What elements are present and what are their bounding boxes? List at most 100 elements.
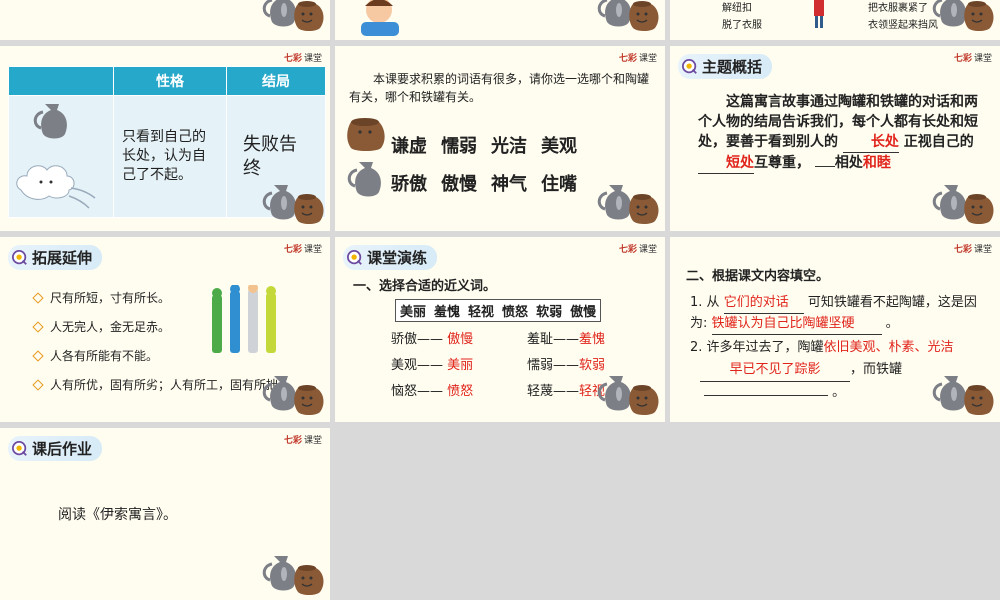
word-item[interactable]: 美观: [541, 132, 577, 158]
word-bank-item: 软弱: [536, 305, 563, 320]
magnifier-icon: [682, 58, 698, 74]
section-tag-label: 主题概括: [702, 58, 763, 76]
word-item[interactable]: 住嘴: [541, 170, 577, 196]
theme-blank-2: 短处: [698, 153, 754, 174]
synonym-pair: 骄傲—— 傲慢: [391, 332, 474, 347]
slide-top-right[interactable]: 解纽扣 脱了衣服 把衣服裹紧了 衣领竖起来挡风: [670, 0, 1000, 40]
synonym-pair: 轻蔑——轻视: [527, 384, 606, 399]
word-bank-item: 羞愧: [434, 305, 461, 320]
brand-logo: 七彩 课堂: [283, 436, 322, 446]
section-tag-label: 课后作业: [32, 440, 93, 458]
wind-left-line-1: 解纽扣: [722, 3, 752, 14]
section-tag-label: 拓展延伸: [32, 249, 93, 267]
person-illustration-icon: [814, 0, 824, 28]
word-bank: 美丽 羞愧 轻视 愤怒 软弱 傲慢: [395, 299, 602, 322]
table-header-ending: 结局: [226, 66, 326, 96]
word-bank-item: 傲慢: [570, 305, 597, 320]
theme-text-4: 相处: [834, 155, 863, 171]
word-item[interactable]: 傲慢: [441, 170, 477, 196]
jars-icon: [932, 183, 995, 226]
word-item[interactable]: 神气: [491, 170, 527, 196]
boy-illustration-icon: [361, 0, 399, 36]
word-item[interactable]: 懦弱: [441, 132, 477, 158]
slide-top-left[interactable]: [0, 0, 330, 40]
brand-logo: 七彩 课堂: [618, 245, 657, 255]
brand-logo: 七彩 课堂: [953, 245, 992, 255]
section-tag: 主题概括: [678, 54, 773, 79]
jars-icon: [262, 183, 325, 226]
slide-homework[interactable]: 七彩 课堂 课后作业 阅读《伊索寓言》。: [0, 428, 330, 600]
slide-theme-summary[interactable]: 七彩 课堂 主题概括 这篇寓言故事通过陶罐和铁罐的对话和两个人物的结局告诉我们，每…: [670, 46, 1000, 231]
table-image-cell: [8, 95, 114, 218]
jars-icon: [262, 374, 325, 417]
slide-extension[interactable]: 七彩 课堂 拓展延伸 尺有所短，寸有所长。 人无完人，金无足赤。 人各有所能有不能…: [0, 237, 330, 422]
fill-blank[interactable]: 铁罐认为自己比陶罐坚硬: [711, 314, 882, 335]
table-trait-cell: 只看到自己的长处，认为自己了不起。: [113, 95, 227, 218]
slide-vocabulary[interactable]: 七彩 课堂 本课要求积累的词语有很多，请你选一选哪个和陶罐有关，哪个和铁罐有关。 …: [335, 46, 665, 231]
jars-icon: [262, 0, 325, 33]
wind-right-line-1: 把衣服裹紧了: [868, 3, 928, 14]
homework-text: 阅读《伊索寓言》。: [58, 507, 177, 523]
word-item[interactable]: 骄傲: [391, 170, 427, 196]
diamond-bullet-icon: [32, 320, 44, 333]
practice-question: 一、选择合适的近义词。: [353, 279, 497, 294]
slide-top-middle[interactable]: [335, 0, 665, 40]
brand-logo: 七彩 课堂: [618, 54, 657, 64]
table-header-personality: 性格: [113, 66, 227, 96]
pottery-jar-icon: [347, 118, 385, 151]
theme-text-3: 互尊重，: [754, 155, 810, 171]
wind-left-line-2: 脱了衣服: [722, 20, 762, 31]
section-tag: 拓展延伸: [8, 245, 103, 270]
jars-icon: [932, 0, 995, 33]
magnifier-icon: [12, 440, 28, 456]
diamond-bullet-icon: [32, 291, 44, 304]
diamond-bullet-icon: [32, 378, 44, 391]
theme-blank-1: 长处: [842, 132, 899, 153]
word-item[interactable]: 光洁: [491, 132, 527, 158]
fill-blank[interactable]: 依旧美观、朴素、光洁: [824, 340, 954, 355]
iron-jar-icon: [33, 104, 67, 139]
iron-words-row: 骄傲 傲慢 神气 住嘴: [391, 170, 577, 196]
fill-blank[interactable]: 它们的对话: [723, 293, 804, 314]
slide-character-table[interactable]: 七彩 课堂 性格 结局 只看到自己的长处，认为自己了不起。 失败告终: [0, 46, 330, 231]
word-bank-item: 轻视: [468, 305, 495, 320]
table-corner-cell: [8, 66, 114, 96]
pottery-words-row: 谦虚 懦弱 光洁 美观: [391, 132, 577, 158]
synonym-pair: 恼怒—— 愤怒: [391, 384, 474, 399]
jars-icon: [262, 554, 325, 597]
synonym-pair: 美观—— 美丽: [391, 358, 474, 373]
section-tag: 课堂演练: [343, 245, 438, 270]
jars-icon: [597, 374, 660, 417]
jars-icon: [597, 0, 660, 33]
theme-blank-3: 和睦: [862, 155, 891, 171]
theme-paragraph: 这篇寓言故事通过陶罐和铁罐的对话和两个人物的结局告诉我们，每个人都有长处和短处，…: [698, 92, 982, 174]
magnifier-icon: [347, 249, 363, 265]
fill-item-1: 1. 从 它们的对话 可知铁罐看不起陶罐，这是因为: 铁罐认为自己比陶罐坚硬 。: [690, 293, 980, 335]
synonym-pairs-right: 羞耻——羞愧 懦弱——软弱 轻蔑——轻视: [527, 327, 605, 405]
fill-blank[interactable]: 早已不见了踪影: [700, 359, 850, 382]
fill-question: 二、根据课文内容填空。: [686, 269, 830, 284]
word-bank-item: 愤怒: [502, 305, 529, 320]
iron-jar-icon: [347, 162, 381, 197]
brand-logo: 七彩 课堂: [283, 245, 322, 255]
rulers-illustration-icon: [212, 285, 276, 353]
wind-cloud-icon: [16, 165, 96, 209]
diamond-bullet-icon: [32, 349, 44, 362]
section-tag-label: 课堂演练: [367, 249, 428, 267]
slide-practice[interactable]: 七彩 课堂 课堂演练 一、选择合适的近义词。 美丽 羞愧 轻视 愤怒 软弱 傲慢 …: [335, 237, 665, 422]
word-bank-item: 美丽: [400, 305, 427, 320]
synonym-pairs-left: 骄傲—— 傲慢 美观—— 美丽 恼怒—— 愤怒: [391, 327, 473, 405]
jars-icon: [597, 183, 660, 226]
brand-logo: 七彩 课堂: [953, 54, 992, 64]
theme-blank-3-line: [814, 166, 835, 167]
synonym-pair: 羞耻——羞愧: [527, 332, 606, 347]
fill-blank-empty[interactable]: [704, 395, 828, 396]
vocabulary-instruction: 本课要求积累的词语有很多，请你选一选哪个和陶罐有关，哪个和铁罐有关。: [349, 72, 650, 104]
jars-icon: [932, 374, 995, 417]
brand-logo: 七彩 课堂: [283, 54, 322, 64]
word-item[interactable]: 谦虚: [391, 132, 427, 158]
theme-text-2: 正视自己的: [903, 134, 974, 150]
slide-fill-blanks[interactable]: 七彩 课堂 二、根据课文内容填空。 1. 从 它们的对话 可知铁罐看不起陶罐，这是…: [670, 237, 1000, 422]
section-tag: 课后作业: [8, 436, 103, 461]
synonym-pair: 懦弱——软弱: [527, 358, 606, 373]
